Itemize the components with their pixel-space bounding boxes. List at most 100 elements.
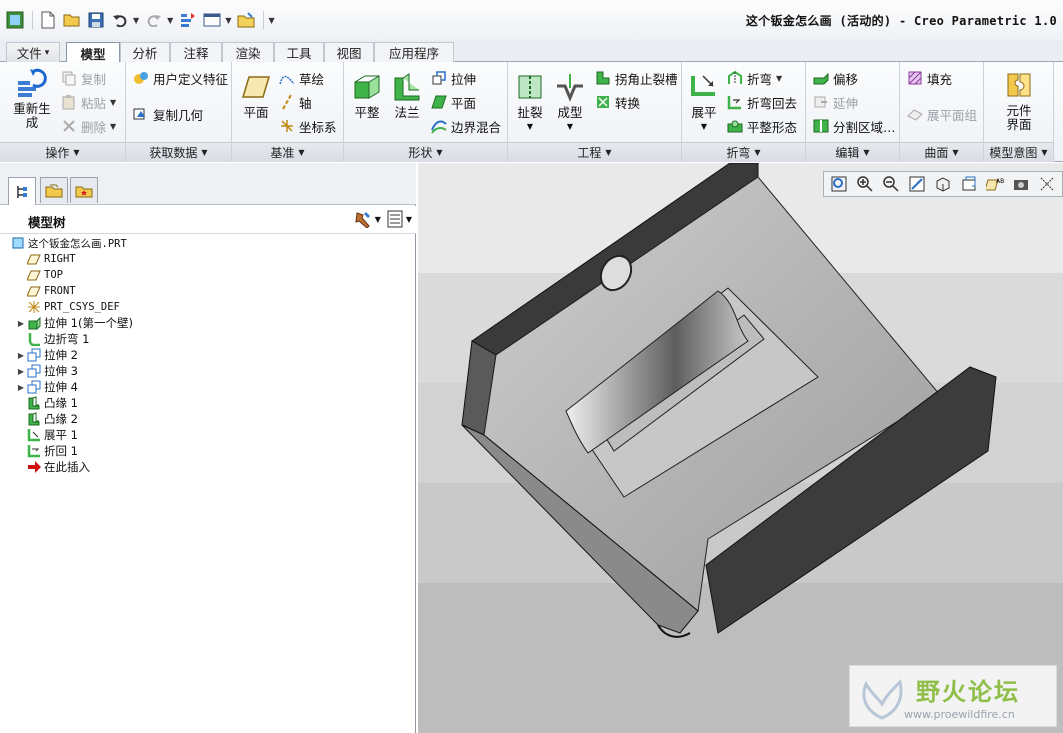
favorites-tab[interactable] xyxy=(70,177,98,203)
tree-item[interactable]: 折回 1 xyxy=(0,443,416,459)
expand-arrow-icon[interactable]: ▶ xyxy=(16,367,26,376)
expand-arrow-icon[interactable]: ▶ xyxy=(16,383,26,392)
flange-button[interactable]: 法兰 xyxy=(388,70,426,120)
planar-button[interactable]: 平面 xyxy=(430,92,476,112)
window-dropdown-icon[interactable]: ▼ xyxy=(225,16,231,25)
tab-analysis[interactable]: 分析 xyxy=(120,42,170,62)
group-label-shapes[interactable]: 形状 ▼ xyxy=(344,142,507,162)
component-interface-label-2: 界面 xyxy=(1006,117,1032,132)
flat-wall-button[interactable]: 平整 xyxy=(348,70,386,120)
app-logo-icon[interactable] xyxy=(4,9,26,31)
bend-button[interactable]: 折弯 ▼ xyxy=(726,68,782,88)
bend-back-button[interactable]: 折弯回去 xyxy=(726,92,797,112)
expand-arrow-icon[interactable]: ▶ xyxy=(16,319,26,328)
group-label-operations[interactable]: 操作 ▼ xyxy=(0,142,125,162)
tab-annotate[interactable]: 注释 xyxy=(170,42,222,62)
convert-button[interactable]: 转换 xyxy=(594,92,640,112)
group-label-surfaces[interactable]: 曲面 ▼ xyxy=(900,142,983,162)
regenerate-button[interactable]: 重新生 成 xyxy=(10,66,54,130)
offset-button[interactable]: 偏移 xyxy=(812,68,858,88)
display-style-icon[interactable] xyxy=(932,173,954,195)
tree-item[interactable]: ▶ 拉伸 4 xyxy=(0,379,416,395)
tree-item[interactable]: 在此插入 xyxy=(0,459,416,475)
datum-plane-button[interactable]: 平面 xyxy=(238,70,274,120)
tree-item[interactable]: PRT_CSYS_DEF xyxy=(0,299,416,315)
split-area-button[interactable]: 分割区域… xyxy=(812,116,896,136)
tree-item[interactable]: ▶ 拉伸 2 xyxy=(0,347,416,363)
redo-dropdown-icon[interactable]: ▼ xyxy=(167,16,173,25)
window-icon[interactable] xyxy=(201,9,223,31)
camera-icon[interactable] xyxy=(1010,173,1032,195)
tree-item[interactable]: TOP xyxy=(0,267,416,283)
redo-icon[interactable] xyxy=(143,9,165,31)
flatten-form-label: 平整形态 xyxy=(747,119,798,135)
group-label-get-data[interactable]: 获取数据 ▼ xyxy=(126,142,231,162)
copy-geometry-button[interactable]: 复制几何 xyxy=(132,104,203,124)
tree-item[interactable]: 展平 1 xyxy=(0,427,416,443)
tab-view[interactable]: 视图 xyxy=(324,42,374,62)
undo-dropdown-icon[interactable]: ▼ xyxy=(133,16,139,25)
component-interface-button[interactable]: 元件 界面 xyxy=(998,68,1040,132)
extrude-button[interactable]: 拉伸 xyxy=(430,68,476,88)
tab-applications[interactable]: 应用程序 xyxy=(374,42,454,62)
datum-display-icon[interactable]: AB xyxy=(984,173,1006,195)
tree-item[interactable]: RIGHT xyxy=(0,251,416,267)
sheet-metal-part[interactable] xyxy=(418,163,1063,733)
group-label-edit[interactable]: 编辑 ▼ xyxy=(806,142,899,162)
rip-button[interactable]: 扯裂 ▼ xyxy=(512,70,548,134)
flatten-form-button[interactable]: 平整形态 xyxy=(726,116,797,136)
sketch-button[interactable]: 草绘 xyxy=(278,68,324,88)
flatten-quilt-button[interactable]: 展平面组 xyxy=(906,104,977,124)
unbend-button[interactable]: 展平 ▼ xyxy=(686,70,722,134)
tree-item[interactable]: 边折弯 1 xyxy=(0,331,416,347)
tree-show-button[interactable]: ▼ xyxy=(387,210,412,228)
customize-toolbar-icon[interactable]: ▼ xyxy=(268,16,274,25)
tab-render[interactable]: 渲染 xyxy=(222,42,274,62)
model-tree-tab[interactable] xyxy=(8,177,36,205)
udf-button[interactable]: 用户定义特征 xyxy=(132,68,228,88)
delete-button[interactable]: 删除 ▼ xyxy=(60,116,116,136)
tree-item[interactable]: ▶ 拉伸 1(第一个壁) xyxy=(0,315,416,331)
tab-file[interactable]: 文件 ▾ xyxy=(6,42,60,62)
tree-item[interactable]: 这个钣金怎么画.PRT xyxy=(0,235,416,251)
zoom-in-icon[interactable] xyxy=(854,173,876,195)
csys-button[interactable]: 坐标系 xyxy=(278,116,337,136)
group-label-engineering[interactable]: 工程 ▼ xyxy=(508,142,681,162)
saved-views-icon[interactable] xyxy=(958,173,980,195)
zoom-out-icon[interactable] xyxy=(880,173,902,195)
tree-item[interactable]: FRONT xyxy=(0,283,416,299)
tab-model[interactable]: 模型 xyxy=(66,42,120,64)
repaint-icon[interactable] xyxy=(906,173,928,195)
graphics-window[interactable]: AB 野火论坛 www.proewildfire.cn xyxy=(418,163,1063,733)
tree-settings-button[interactable]: ▼ xyxy=(354,210,381,228)
group-label-model-intent[interactable]: 模型意图 ▼ xyxy=(984,142,1053,162)
copy-button[interactable]: 复制 xyxy=(60,68,106,88)
tree-item[interactable]: 凸缘 1 xyxy=(0,395,416,411)
fill-button[interactable]: 填充 xyxy=(906,68,952,88)
tab-tools[interactable]: 工具 xyxy=(274,42,324,62)
corner-relief-button[interactable]: 拐角止裂槽 xyxy=(594,68,678,88)
tree-item-label: 这个钣金怎么画.PRT xyxy=(28,237,127,250)
new-file-icon[interactable] xyxy=(37,9,59,31)
tree-item[interactable]: ▶ 拉伸 3 xyxy=(0,363,416,379)
group-label-datum[interactable]: 基准 ▼ xyxy=(232,142,343,162)
tree-item[interactable]: 凸缘 2 xyxy=(0,411,416,427)
datum-plane-icon xyxy=(239,70,273,104)
regenerate-icon[interactable] xyxy=(177,9,199,31)
spin-center-icon[interactable] xyxy=(1036,173,1058,195)
folder-browser-tab[interactable] xyxy=(40,177,68,203)
open-folder-icon[interactable] xyxy=(61,9,83,31)
boundary-blend-button[interactable]: 边界混合 xyxy=(430,116,501,136)
save-icon[interactable] xyxy=(85,9,107,31)
close-window-icon[interactable] xyxy=(235,9,257,31)
axis-button[interactable]: 轴 xyxy=(278,92,312,112)
paste-button[interactable]: 粘贴 ▼ xyxy=(60,92,116,112)
extend-label: 延伸 xyxy=(833,95,859,111)
expand-arrow-icon[interactable]: ▶ xyxy=(16,351,26,360)
undo-icon[interactable] xyxy=(109,9,131,31)
extend-button[interactable]: 延伸 xyxy=(812,92,858,112)
form-button[interactable]: 成型 ▼ xyxy=(552,70,588,134)
chevron-down-icon: ▼ xyxy=(863,148,870,157)
group-label-bend[interactable]: 折弯 ▼ xyxy=(682,142,805,162)
refit-icon[interactable] xyxy=(828,173,850,195)
